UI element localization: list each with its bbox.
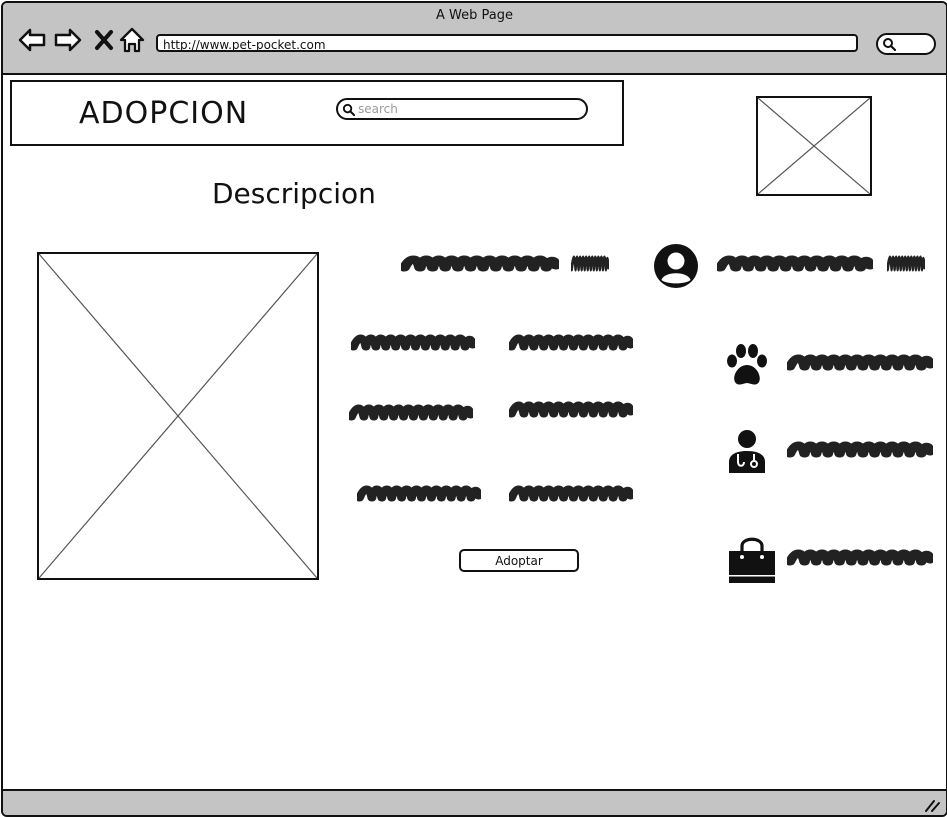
status-bar: [3, 789, 946, 815]
shop-info-text: [787, 546, 933, 570]
detail-text: [509, 398, 633, 422]
search-icon: [342, 103, 355, 116]
user-avatar-icon: [652, 242, 700, 290]
logo-image-placeholder: [756, 96, 872, 196]
description-text-line: [571, 252, 609, 276]
brand-title: ADOPCION: [79, 96, 249, 131]
paw-icon: [724, 343, 770, 387]
pet-photo-placeholder: [37, 252, 319, 580]
page-title: Descripcion: [212, 177, 376, 210]
window-title: A Web Page: [436, 8, 513, 23]
search-input[interactable]: [358, 101, 578, 117]
vet-info-text: [787, 438, 933, 462]
doctor-icon: [727, 429, 767, 473]
browser-toolbar: A Web Page http://www.pet-pocket.com: [3, 3, 946, 75]
home-icon[interactable]: [117, 25, 147, 55]
forward-arrow-icon[interactable]: [53, 25, 83, 55]
detail-text: [357, 482, 481, 506]
detail-text: [349, 401, 473, 425]
detail-text: [351, 331, 475, 355]
back-arrow-icon[interactable]: [17, 25, 47, 55]
browser-search-box[interactable]: [876, 33, 936, 55]
pet-info-text: [787, 351, 933, 375]
detail-text: [509, 482, 633, 506]
adopt-button[interactable]: Adoptar: [459, 549, 579, 572]
shopping-bag-icon: [727, 535, 777, 585]
site-search[interactable]: [336, 98, 588, 120]
detail-text: [509, 331, 633, 355]
description-text-line: [401, 252, 559, 276]
resize-grip-icon[interactable]: [924, 797, 940, 812]
address-bar[interactable]: http://www.pet-pocket.com: [156, 34, 858, 52]
site-header: ADOPCION: [10, 80, 624, 146]
search-icon: [883, 38, 896, 51]
browser-window: A Web Page http://www.pet-pocket.com ADO…: [1, 1, 947, 817]
close-icon[interactable]: [89, 25, 113, 55]
owner-name-text: [887, 252, 925, 276]
owner-name-text: [717, 252, 873, 276]
